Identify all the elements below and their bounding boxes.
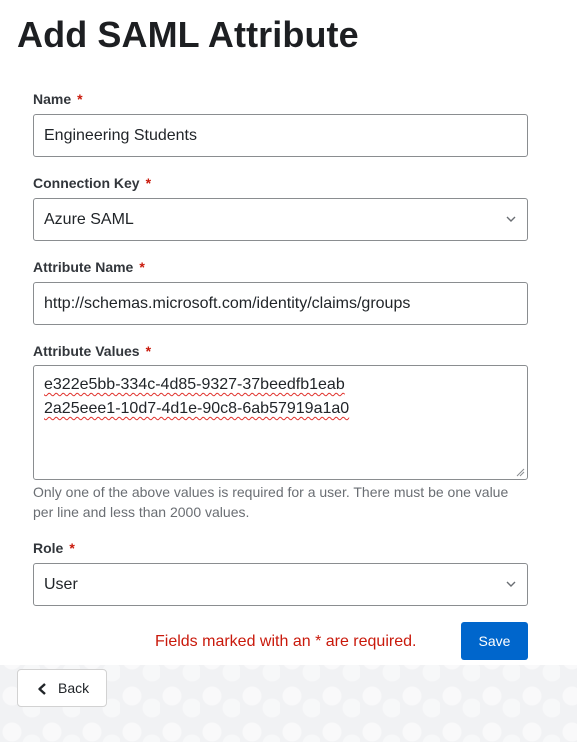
- chevron-down-icon: [506, 581, 516, 587]
- connection-key-select[interactable]: Azure SAML: [33, 198, 528, 241]
- name-label-text: Name: [33, 91, 72, 107]
- attribute-values-label-text: Attribute Values: [33, 343, 140, 359]
- role-select[interactable]: User: [33, 563, 528, 606]
- name-label: Name *: [33, 91, 83, 107]
- attribute-value-line: 2a25eee1-10d7-4d1e-90c8-6ab57919a1a0: [44, 400, 350, 417]
- role-label-text: Role: [33, 540, 64, 556]
- attribute-name-label-text: Attribute Name: [33, 259, 134, 275]
- required-marker: *: [69, 540, 75, 556]
- connection-key-label: Connection Key *: [33, 175, 151, 191]
- connection-key-label-text: Connection Key: [33, 175, 140, 191]
- form-card: Add SAML Attribute Name * Engineering Stu…: [0, 0, 577, 665]
- page-title: Add SAML Attribute: [17, 14, 359, 55]
- attribute-name-value: http://schemas.microsoft.com/identity/cl…: [44, 295, 411, 312]
- chevron-down-icon: [506, 216, 516, 222]
- chevron-left-icon: [38, 683, 46, 695]
- attribute-values-helper-text: Only one of the above values is required…: [33, 484, 509, 520]
- required-marker: *: [139, 259, 145, 275]
- connection-key-value: Azure SAML: [44, 211, 134, 228]
- role-value: User: [44, 576, 78, 593]
- required-marker: *: [77, 91, 83, 107]
- attribute-values-label: Attribute Values *: [33, 343, 151, 359]
- attribute-value-line: e322e5bb-334c-4d85-9327-37beedfb1eab: [44, 376, 345, 393]
- required-fields-note: Fields marked with an * are required.: [155, 633, 417, 650]
- required-marker: *: [145, 343, 152, 359]
- attribute-name-label: Attribute Name *: [33, 259, 145, 275]
- name-input-value: Engineering Students: [44, 127, 197, 144]
- role-label: Role *: [33, 540, 75, 556]
- resize-handle-icon[interactable]: [516, 468, 525, 477]
- name-input[interactable]: Engineering Students: [33, 114, 528, 157]
- required-marker: *: [145, 175, 152, 191]
- back-button[interactable]: Back: [17, 669, 107, 707]
- back-button-label: Back: [58, 680, 90, 696]
- attribute-values-textarea[interactable]: e322e5bb-334c-4d85-9327-37beedfb1eab 2a2…: [33, 365, 528, 480]
- save-button[interactable]: Save: [461, 622, 528, 660]
- attribute-name-input[interactable]: http://schemas.microsoft.com/identity/cl…: [33, 282, 528, 325]
